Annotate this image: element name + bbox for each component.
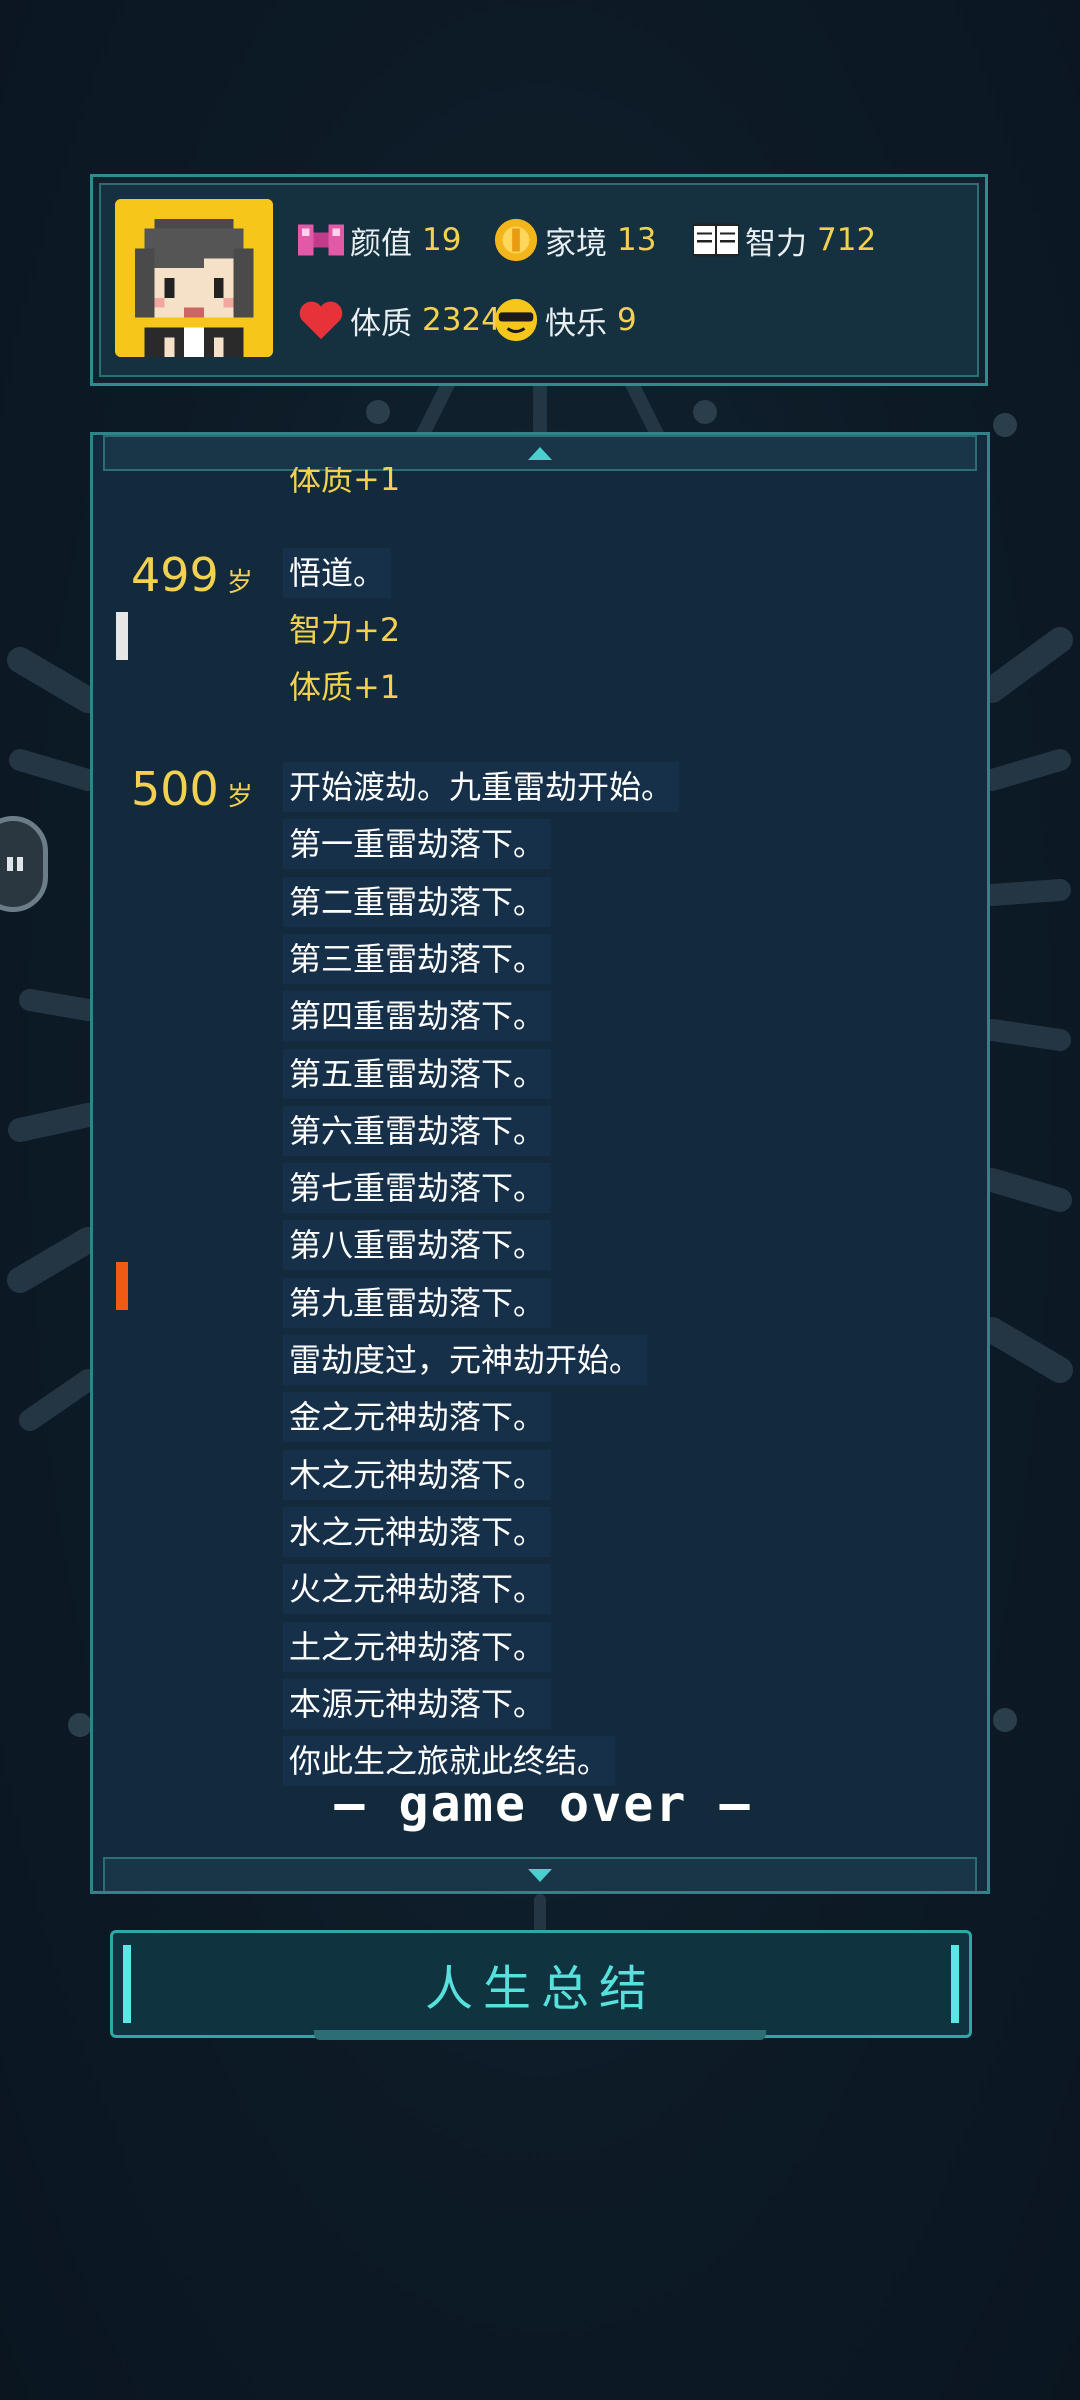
log-line: 第八重雷劫落下。 [283,1220,552,1271]
stat-family: 家境 13 [493,217,656,263]
stat-happiness: 快乐 9 [493,297,637,343]
log-line: 第二重雷劫落下。 [283,876,552,927]
stat-label: 颜值 [350,225,412,262]
log-line: 水之元神劫落下。 [283,1506,552,1557]
stat-label: 快乐 [545,305,607,342]
log-line: 木之元神劫落下。 [283,1449,552,1500]
bow-icon [298,224,344,256]
life-summary-button[interactable]: 人生总结 [110,1930,972,2038]
button-edge-right [951,1945,959,2023]
stat-label: 体质 [350,305,412,342]
log-line: 第七重雷劫落下。 [283,1163,552,1214]
log-line: 第五重雷劫落下。 [283,1048,552,1099]
log-line: 第四重雷劫落下。 [283,991,552,1042]
log-line: 本源元神劫落下。 [283,1678,552,1729]
scroll-down-bar[interactable] [103,1857,977,1891]
stat-value: 13 [617,222,657,258]
log-line: 第六重雷劫落下。 [283,1105,552,1156]
attribute-panel: 颜值 19 家境 13 智力 712 体质 2324 快乐 9 [90,174,988,386]
button-edge-left [123,1945,131,2023]
pause-icon [7,857,23,871]
log-line: 第九重雷劫落下。 [283,1277,552,1328]
log-line: 开始渡劫。九重雷劫开始。 [283,762,680,812]
log-line: 第一重雷劫落下。 [283,819,552,870]
log-line: 雷劫度过，元神劫开始。 [283,1335,648,1385]
stat-value: 19 [422,222,462,258]
stat-value: 2324 [422,302,501,338]
coin-icon [494,218,538,262]
stat-label: 智力 [745,225,807,262]
log-line: 土之元神劫落下。 [283,1621,552,1672]
stat-constitution: 体质 2324 [298,297,501,343]
arrow-down-icon [528,1869,552,1882]
stat-appearance: 颜值 19 [298,217,461,263]
timeline-marker-orange [116,1262,128,1310]
stat-intelligence: 智力 712 [693,217,876,263]
log-line: 悟道。 [283,548,392,598]
life-log-panel[interactable]: 体质+1 499 岁 悟道。 智力+2 体质+1 500 岁 开始渡劫。九重雷劫开始… [90,432,990,1894]
stat-value: 9 [617,302,637,338]
book-icon [693,223,739,257]
log-line: 火之元神劫落下。 [283,1564,552,1615]
sunglasses-icon [494,298,538,342]
log-line: 金之元神劫落下。 [283,1392,552,1443]
age-label: 499 岁 [131,548,253,602]
avatar [115,199,273,357]
stat-label: 家境 [545,225,607,262]
attribute-change: 智力+2 [289,611,401,649]
age-label: 500 岁 [131,762,253,816]
stat-value: 712 [817,222,877,258]
summary-button-label: 人生总结 [424,1961,657,2017]
arrow-up-icon [528,447,552,460]
log-line-partial: 体质+1 [289,467,401,493]
attribute-change: 体质+1 [289,668,401,706]
side-pause-button[interactable] [0,816,48,912]
button-underline [314,2030,766,2040]
timeline-marker-white [116,612,128,660]
scroll-up-bar[interactable] [103,435,977,471]
heart-icon [299,301,343,340]
log-line: 第三重雷劫落下。 [283,933,552,984]
game-over-text: — game over — [334,1775,752,1833]
